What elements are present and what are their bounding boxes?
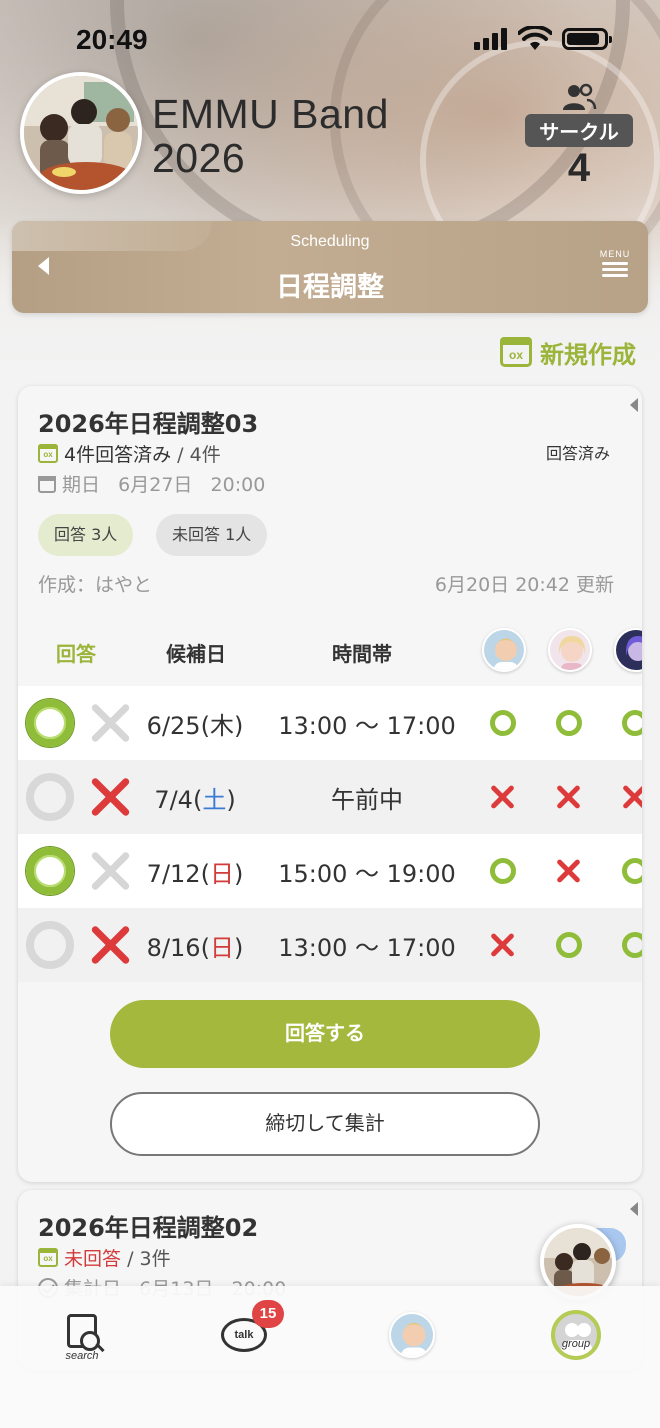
menu-line [602, 262, 628, 265]
scheduling-banner: Scheduling 日程調整 MENU [12, 221, 648, 313]
member-ok-mark-icon [622, 932, 642, 958]
candidate-time: 15:00 〜 19:00 [278, 860, 456, 888]
candidate-time: 13:00 〜 17:00 [278, 712, 456, 740]
header-answer: 回答 [56, 642, 96, 666]
card-corner-arrow-icon [630, 398, 638, 412]
member-ng-mark-icon [622, 784, 642, 810]
candidate-date: 7/4(土) [154, 786, 236, 814]
candidate-row: 7/4(土) 午前中 [18, 760, 642, 834]
member-ok-mark-icon [556, 710, 582, 736]
status-bar: 20:49 [0, 0, 660, 80]
answer-ng-cross-icon[interactable] [88, 849, 132, 893]
banner-title: 日程調整 [276, 272, 384, 303]
answered-pill: 回答 3人 [38, 514, 134, 556]
close-and-tally-button[interactable]: 締切して集計 [110, 1092, 540, 1156]
answer-ok-circle-icon[interactable] [26, 921, 74, 969]
banner-subtitle: Scheduling [290, 233, 370, 250]
member-ok-mark-icon [490, 858, 516, 884]
group-title: EMMU Band 2026 [152, 92, 389, 180]
tab-search-label: search [65, 1350, 99, 1362]
member-ng-mark-icon [490, 932, 516, 958]
candidate-date: 6/25(木) [146, 712, 244, 740]
member-avatar[interactable] [548, 628, 592, 672]
answer-ok-circle-icon[interactable] [26, 773, 74, 821]
bottom-tab-bar: search talk 15 group [0, 1286, 660, 1428]
candidate-date: 7/12(日) [146, 860, 244, 888]
group-avatar[interactable] [20, 72, 142, 194]
member-avatar[interactable] [482, 628, 526, 672]
search-icon [67, 1314, 100, 1351]
candidate-time: 13:00 〜 17:00 [278, 934, 456, 962]
member-ok-mark-icon [622, 710, 642, 736]
talk-unread-badge: 15 [252, 1300, 284, 1328]
candidate-row: 8/16(日) 13:00 〜 17:00 [18, 908, 642, 982]
calendar-icon [38, 476, 56, 493]
answer-summary: ox 4件回答済み / 4件 [38, 440, 221, 467]
unanswered-pill: 未回答 1人 [156, 514, 268, 556]
menu-line [602, 268, 628, 271]
card-corner-arrow-icon [630, 1202, 638, 1216]
ox-calendar-icon: ox [38, 444, 58, 463]
new-schedule-button[interactable]: ox 新規作成 [500, 334, 636, 370]
member-ok-mark-icon [556, 932, 582, 958]
member-ok-mark-icon [622, 858, 642, 884]
tab-profile[interactable] [376, 1308, 448, 1380]
member-ng-mark-icon [490, 784, 516, 810]
people-icon [563, 83, 597, 110]
ox-calendar-icon: ox [38, 1248, 58, 1267]
answer-ng-cross-icon[interactable] [88, 775, 132, 819]
candidate-row: 7/12(日) 15:00 〜 19:00 [18, 834, 642, 908]
deadline-line: 期日 6月27日 20:00 [38, 470, 265, 497]
tab-group[interactable]: group [540, 1308, 612, 1380]
profile-avatar [389, 1312, 435, 1358]
answer-ng-cross-icon[interactable] [88, 701, 132, 745]
wifi-icon [518, 26, 552, 50]
header-date: 候補日 [166, 642, 226, 666]
member-avatar[interactable] [614, 628, 642, 672]
status-label: 回答済み [545, 444, 610, 463]
member-ng-mark-icon [556, 858, 582, 884]
circle-members[interactable]: サークル 4 [518, 82, 640, 189]
answer-ng-cross-icon[interactable] [88, 923, 132, 967]
menu-label: MENU [599, 249, 631, 259]
candidate-row: 6/25(木) 13:00 〜 17:00 [18, 686, 642, 760]
schedule-card[interactable]: 2026年日程調整03 ox 4件回答済み / 4件 回答済み 期日 6月27日… [18, 386, 642, 1182]
ox-calendar-icon: ox [500, 337, 532, 367]
circle-badge: サークル [525, 114, 633, 147]
creator-text: 作成：はやと [38, 574, 153, 596]
tab-search[interactable]: search [46, 1308, 118, 1380]
member-ng-mark-icon [556, 784, 582, 810]
member-ok-mark-icon [490, 710, 516, 736]
group-name-line1: EMMU Band [152, 91, 389, 137]
candidate-time: 午前中 [331, 786, 403, 814]
tab-group-label: group [561, 1338, 591, 1350]
answer-ok-circle-icon[interactable] [26, 847, 74, 895]
battery-icon [562, 28, 612, 50]
new-schedule-label: 新規作成 [540, 340, 636, 369]
answer-button[interactable]: 回答する [110, 1000, 540, 1068]
card-title: 2026年日程調整03 [38, 410, 259, 438]
menu-line [602, 274, 628, 277]
group-icon [551, 1310, 601, 1360]
status-time: 20:49 [76, 24, 148, 55]
cellular-signal-icon [474, 28, 512, 50]
tab-talk[interactable]: talk 15 [208, 1300, 284, 1380]
updated-text: 6月20日 20:42 更新 [434, 574, 614, 596]
answer-ok-circle-icon[interactable] [26, 699, 74, 747]
answer-summary: ox 未回答 / 3件 [38, 1244, 171, 1271]
card-title: 2026年日程調整02 [38, 1214, 259, 1242]
menu-button[interactable]: MENU [598, 249, 632, 289]
header-time: 時間帯 [332, 642, 392, 666]
candidate-date: 8/16(日) [146, 934, 244, 962]
member-count: 4 [567, 146, 591, 190]
group-name-line2: 2026 [152, 135, 246, 181]
